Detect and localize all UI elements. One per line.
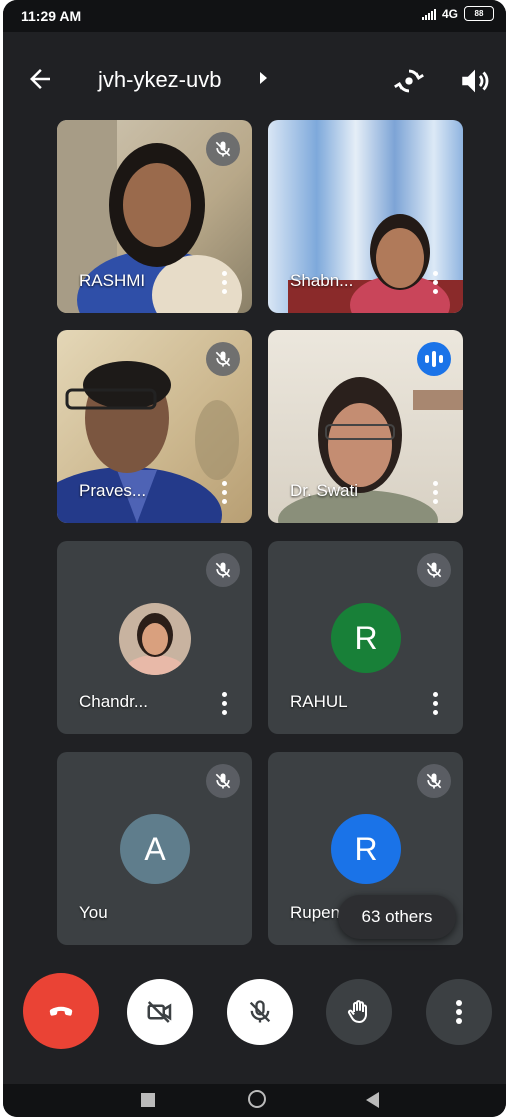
participant-tile-rahul[interactable]: R RAHUL bbox=[268, 541, 463, 734]
signal-icon bbox=[421, 8, 436, 20]
participant-name: Shabn... bbox=[290, 271, 354, 290]
mic-off-icon bbox=[206, 764, 240, 798]
speaking-indicator-icon bbox=[417, 342, 451, 376]
phone-screen: 11:29 AM 4G 88 jvh-ykez-uvb RASHMI Shabn… bbox=[3, 0, 506, 1117]
others-count-chip[interactable]: 63 others bbox=[338, 895, 456, 939]
participant-name: You bbox=[79, 903, 108, 922]
participant-tile-you[interactable]: A You bbox=[57, 752, 252, 945]
more-options-icon[interactable] bbox=[222, 271, 228, 297]
participant-tile-rashmi[interactable]: RASHMI bbox=[57, 120, 252, 313]
status-icons: 4G 88 bbox=[421, 6, 494, 21]
more-options-icon[interactable] bbox=[433, 271, 439, 297]
meeting-header: jvh-ykez-uvb bbox=[3, 52, 506, 108]
participant-tile-praves[interactable]: Praves... bbox=[57, 330, 252, 523]
mic-off-icon bbox=[206, 132, 240, 166]
participant-name: RASHMI bbox=[79, 271, 146, 290]
status-time: 11:29 AM bbox=[21, 8, 82, 24]
avatar: A bbox=[120, 814, 190, 884]
mic-off-icon bbox=[206, 342, 240, 376]
mic-off-icon bbox=[206, 553, 240, 587]
android-nav-bar bbox=[3, 1084, 506, 1117]
meeting-info-caret-icon[interactable] bbox=[260, 72, 267, 84]
battery-icon: 88 bbox=[464, 6, 494, 21]
participant-tile-chandr[interactable]: Chandr... bbox=[57, 541, 252, 734]
mic-off-icon bbox=[417, 764, 451, 798]
back-arrow-icon[interactable] bbox=[25, 64, 55, 94]
end-call-button[interactable] bbox=[23, 973, 99, 1049]
more-vert-icon bbox=[456, 1000, 462, 1024]
camera-toggle-button[interactable] bbox=[127, 979, 193, 1045]
network-type: 4G bbox=[441, 6, 458, 21]
participant-name: Dr. Swati bbox=[290, 481, 359, 500]
avatar: R bbox=[331, 814, 401, 884]
recent-apps-icon[interactable] bbox=[141, 1093, 155, 1107]
speaker-icon[interactable] bbox=[458, 64, 492, 98]
status-bar: 11:29 AM 4G 88 bbox=[3, 0, 506, 32]
avatar bbox=[119, 603, 191, 675]
more-options-icon[interactable] bbox=[222, 692, 228, 718]
more-options-icon[interactable] bbox=[433, 481, 439, 507]
meeting-code[interactable]: jvh-ykez-uvb bbox=[98, 67, 221, 93]
switch-camera-icon[interactable] bbox=[392, 64, 426, 98]
participant-tile-shabn[interactable]: Shabn... bbox=[268, 120, 463, 313]
mic-off-icon bbox=[249, 1000, 271, 1023]
participant-name: Rupen bbox=[290, 903, 341, 922]
more-options-icon[interactable] bbox=[222, 481, 228, 507]
participant-name: Chandr... bbox=[79, 692, 148, 711]
raise-hand-button[interactable] bbox=[326, 979, 392, 1045]
camera-off-icon bbox=[147, 1001, 172, 1023]
more-options-button[interactable] bbox=[426, 979, 492, 1045]
hang-up-icon bbox=[49, 1006, 73, 1016]
avatar: R bbox=[331, 603, 401, 673]
home-icon[interactable] bbox=[248, 1090, 266, 1108]
mic-off-icon bbox=[417, 553, 451, 587]
nav-back-icon[interactable] bbox=[366, 1092, 379, 1108]
more-options-icon[interactable] bbox=[433, 692, 439, 718]
participant-tile-dr-swati[interactable]: Dr. Swati bbox=[268, 330, 463, 523]
raise-hand-icon bbox=[347, 1000, 367, 1023]
participant-name: Praves... bbox=[79, 481, 147, 500]
mic-toggle-button[interactable] bbox=[227, 979, 293, 1045]
participant-name: RAHUL bbox=[290, 692, 348, 711]
